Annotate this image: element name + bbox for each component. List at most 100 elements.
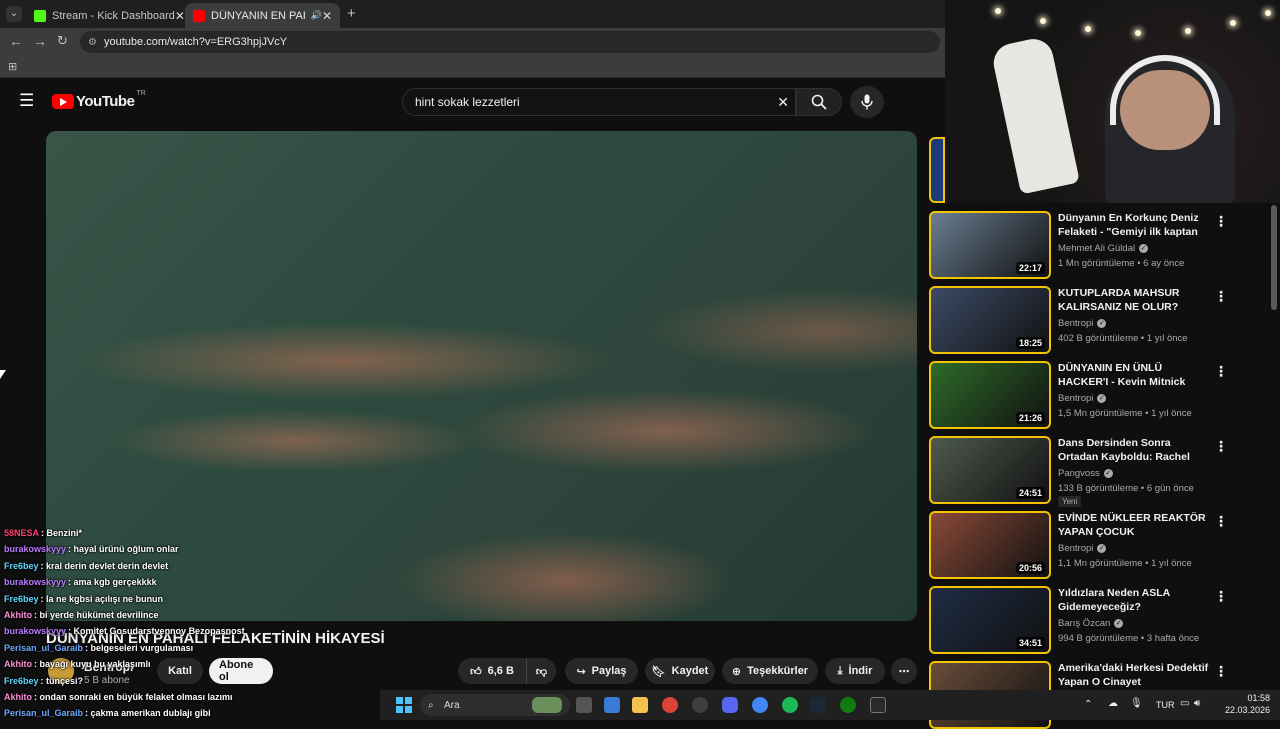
- video-thumbnail[interactable]: 18:25: [929, 286, 1051, 354]
- share-button[interactable]: ↪ Paylaş: [565, 658, 638, 684]
- xbox-icon[interactable]: [840, 697, 856, 713]
- tab-kick-dashboard[interactable]: Stream - Kick Dashboard ✕: [26, 3, 184, 28]
- recommendation-title[interactable]: Dans Dersinden Sonra Ortadan Kayboldu: R…: [1058, 436, 1210, 466]
- mic-tray-icon[interactable]: 🎙︎: [1130, 698, 1143, 709]
- chat-username[interactable]: Perisan_ul_Garaib: [4, 643, 83, 653]
- network-icon[interactable]: ▭: [1180, 698, 1189, 709]
- cloud-icon[interactable]: ☁: [1108, 698, 1118, 709]
- apps-grid-icon[interactable]: ⊞: [8, 60, 17, 73]
- chat-username[interactable]: Akhito: [4, 659, 32, 669]
- app-icon[interactable]: [692, 697, 708, 713]
- chrome-icon[interactable]: [662, 697, 678, 713]
- recommendation-item[interactable]: 21:26 DÜNYANIN EN ÜNLÜ HACKER'I - Kevin M…: [929, 361, 1269, 429]
- more-actions-button[interactable]: ⋯: [891, 658, 917, 684]
- discord-icon[interactable]: [722, 697, 738, 713]
- close-icon[interactable]: ✕: [322, 9, 332, 23]
- clock-date[interactable]: 22.03.2026: [1222, 705, 1270, 715]
- tray-chevron-icon[interactable]: ⌃: [1084, 699, 1092, 710]
- speaker-icon[interactable]: 🔊: [311, 10, 322, 21]
- url-field[interactable]: ⚙ youtube.com/watch?v=ERG3hpjJVcY: [80, 31, 940, 53]
- chat-username[interactable]: Akhito: [4, 692, 32, 702]
- video-thumbnail[interactable]: 22:17: [929, 211, 1051, 279]
- recommendation-item[interactable]: 20:56 EVİNDE NÜKLEER REAKTÖR YAPAN ÇOCUK B…: [929, 511, 1269, 579]
- chat-username[interactable]: Akhito: [4, 610, 32, 620]
- recommendation-item[interactable]: 24:51 Dans Dersinden Sonra Ortadan Kaybol…: [929, 436, 1269, 507]
- thanks-button[interactable]: ⊕ Teşekkürler: [722, 658, 818, 684]
- close-icon[interactable]: ✕: [175, 9, 184, 23]
- recommendation-item[interactable]: 34:51 Yıldızlara Neden ASLA Gidemeyeceğiz…: [929, 586, 1269, 654]
- scrollbar[interactable]: [1271, 205, 1277, 310]
- recommendation-meta: 402 B görüntüleme • 1 yıl önce: [1058, 333, 1188, 344]
- video-thumbnail[interactable]: 21:26: [929, 361, 1051, 429]
- search-button[interactable]: [796, 88, 842, 116]
- chat-username[interactable]: burakowskyyy: [4, 577, 66, 587]
- chat-username[interactable]: Perisan_ul_Garaib: [4, 708, 83, 718]
- new-tab-button[interactable]: +: [347, 5, 356, 22]
- store-icon[interactable]: [604, 697, 620, 713]
- recommendation-channel[interactable]: Bentropi ✓: [1058, 393, 1107, 404]
- chat-username[interactable]: 58NESA: [4, 528, 39, 538]
- site-info-icon[interactable]: ⚙: [88, 37, 97, 48]
- chrome-profile-icon[interactable]: [752, 697, 768, 713]
- recommendation-item[interactable]: 22:17 Dünyanın En Korkunç Deniz Felaketi …: [929, 211, 1269, 279]
- more-options-icon[interactable]: ⋮: [1214, 363, 1228, 380]
- search-input[interactable]: hint sokak lezzetleri ✕: [402, 88, 796, 116]
- forward-icon[interactable]: →: [33, 33, 47, 49]
- kick-icon: [34, 9, 46, 22]
- tab-label: Stream - Kick Dashboard: [52, 9, 175, 22]
- save-button[interactable]: 🔖︎ Kaydet: [645, 658, 715, 684]
- recommendation-channel[interactable]: Bentropi ✓: [1058, 543, 1107, 554]
- chat-text: : bi yerde hükümet devrilince: [34, 610, 159, 620]
- more-options-icon[interactable]: ⋮: [1214, 438, 1228, 455]
- back-icon[interactable]: ←: [9, 33, 23, 49]
- subscribe-button[interactable]: Abone ol: [209, 658, 273, 684]
- chat-username[interactable]: Fre6bey: [4, 594, 39, 604]
- tab-youtube-video[interactable]: DÜNYANIN EN PAHALI FELA 🔊 ✕: [185, 3, 340, 28]
- video-thumbnail[interactable]: 24:51: [929, 436, 1051, 504]
- recommendation-title[interactable]: EVİNDE NÜKLEER REAKTÖR YAPAN ÇOCUK: [1058, 511, 1210, 539]
- menu-icon[interactable]: ☰: [19, 91, 34, 111]
- recommendation-channel[interactable]: Pangvoss ✓: [1058, 468, 1113, 479]
- volume-icon[interactable]: 🔊︎: [1194, 698, 1200, 709]
- windows-start-icon[interactable]: [396, 697, 412, 713]
- download-button[interactable]: ⤓ İndir: [825, 658, 885, 684]
- clear-search-icon[interactable]: ✕: [777, 94, 789, 111]
- chat-username[interactable]: Fre6bey: [4, 676, 39, 686]
- recommendation-title[interactable]: DÜNYANIN EN ÜNLÜ HACKER'I - Kevin Mitnic…: [1058, 361, 1210, 389]
- voice-search-button[interactable]: [850, 86, 884, 118]
- chat-username[interactable]: burakowskyyy: [4, 626, 66, 636]
- more-options-icon[interactable]: ⋮: [1214, 288, 1228, 305]
- reload-icon[interactable]: ↻: [57, 33, 68, 49]
- language-indicator[interactable]: TUR: [1156, 700, 1175, 710]
- recommendation-title[interactable]: Yıldızlara Neden ASLA Gidemeyeceğiz?: [1058, 586, 1210, 614]
- task-view-icon[interactable]: [576, 697, 592, 713]
- recommendation-channel[interactable]: Bentropi ✓: [1058, 318, 1107, 329]
- clock-time[interactable]: 01:58: [1222, 693, 1270, 703]
- recommendation-title[interactable]: Amerika'daki Herkesi Dedektif Yapan O Ci…: [1058, 661, 1210, 689]
- join-button[interactable]: Katıl: [157, 658, 203, 684]
- recommendation-channel[interactable]: Mehmet Ali Güldal ✓: [1058, 243, 1149, 254]
- recommendation-title[interactable]: KUTUPLARDA MAHSUR KALIRSANIZ NE OLUR?: [1058, 286, 1210, 314]
- file-explorer-icon[interactable]: [632, 697, 648, 713]
- chat-text: : belgeseleri vurgulaması: [85, 642, 194, 653]
- more-options-icon[interactable]: ⋮: [1214, 213, 1228, 230]
- more-options-icon[interactable]: ⋮: [1214, 588, 1228, 605]
- dislike-button[interactable]: 👎︎: [526, 658, 556, 684]
- video-thumbnail[interactable]: 34:51: [929, 586, 1051, 654]
- partial-thumbnail[interactable]: [929, 137, 945, 203]
- recommendation-channel[interactable]: Barış Özcan ✓: [1058, 618, 1124, 629]
- chat-username[interactable]: burakowskyyy: [4, 544, 66, 554]
- tab-search-icon[interactable]: ⌄: [6, 6, 22, 22]
- recommendation-title[interactable]: Dünyanın En Korkunç Deniz Felaketi - "Ge…: [1058, 211, 1210, 241]
- like-button[interactable]: 👍︎ 6,6 B: [458, 658, 526, 684]
- epic-games-icon[interactable]: [870, 697, 886, 713]
- chat-username[interactable]: Fre6bey: [4, 561, 39, 571]
- taskbar-search[interactable]: ⌕ Ara: [420, 694, 570, 716]
- recommendation-item[interactable]: 18:25 KUTUPLARDA MAHSUR KALIRSANIZ NE OLU…: [929, 286, 1269, 354]
- video-thumbnail[interactable]: 20:56: [929, 511, 1051, 579]
- more-options-icon[interactable]: ⋮: [1214, 663, 1228, 680]
- steam-icon[interactable]: [810, 697, 826, 713]
- more-options-icon[interactable]: ⋮: [1214, 513, 1228, 530]
- spotify-icon[interactable]: [782, 697, 798, 713]
- youtube-logo[interactable]: YouTube TR: [52, 90, 146, 110]
